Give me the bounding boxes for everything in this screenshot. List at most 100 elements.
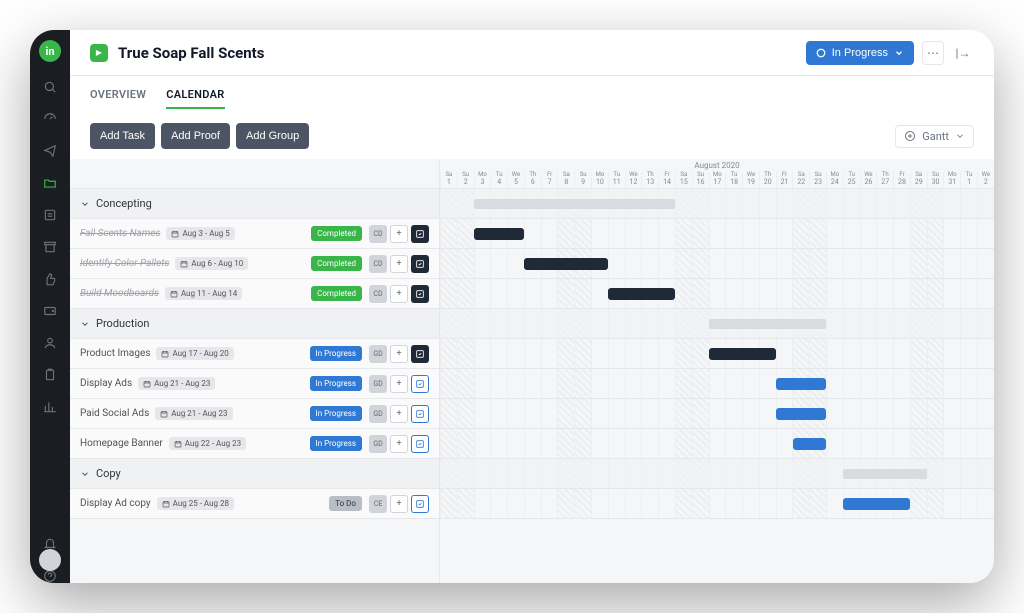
timeline-day: Su2: [457, 172, 474, 188]
assignee-avatar[interactable]: GD: [369, 435, 387, 453]
task-action-icon[interactable]: [411, 375, 429, 393]
assignee-avatar[interactable]: CD: [369, 285, 387, 303]
broadcast-icon[interactable]: [43, 144, 57, 158]
task-action-icon[interactable]: [411, 435, 429, 453]
task-action-icon[interactable]: [411, 345, 429, 363]
group-span-bar: [709, 319, 827, 329]
timeline-day: Mo17: [709, 172, 726, 188]
chart-icon[interactable]: [43, 400, 57, 414]
task-row[interactable]: Identify Color Pallets Aug 6 - Aug 10 Co…: [70, 249, 439, 279]
timeline-panel: August 2020 Sa1Su2Mo3Tu4We5Th6Fr7Sa8Su9M…: [440, 159, 994, 583]
help-icon[interactable]: [43, 569, 57, 583]
more-button[interactable]: ⋯: [922, 41, 944, 65]
add-proof-button[interactable]: Add Proof: [161, 123, 230, 149]
task-date-pill[interactable]: Aug 3 - Aug 5: [166, 227, 234, 240]
task-date-pill[interactable]: Aug 22 - Aug 23: [169, 437, 246, 450]
task-date-pill[interactable]: Aug 21 - Aug 23: [138, 377, 215, 390]
wallet-icon[interactable]: [43, 304, 57, 318]
task-status-chip[interactable]: In Progress: [310, 406, 362, 421]
add-assignee-icon[interactable]: +: [390, 345, 408, 363]
timeline-day: We2: [977, 172, 994, 188]
folder-icon[interactable]: [43, 176, 57, 190]
task-date-pill[interactable]: Aug 25 - Aug 28: [157, 497, 234, 510]
clipboard-icon[interactable]: [43, 368, 57, 382]
task-status-chip[interactable]: To Do: [329, 496, 362, 511]
add-assignee-icon[interactable]: +: [390, 495, 408, 513]
task-action-icon[interactable]: [411, 255, 429, 273]
expand-button[interactable]: |→: [952, 41, 974, 65]
assignee-avatar[interactable]: CD: [369, 255, 387, 273]
task-status-chip[interactable]: Completed: [311, 226, 362, 241]
user-avatar[interactable]: [39, 549, 61, 571]
group-name: Concepting: [96, 197, 152, 210]
task-status-chip[interactable]: Completed: [311, 286, 362, 301]
task-status-chip[interactable]: In Progress: [310, 436, 362, 451]
tab-calendar[interactable]: CALENDAR: [166, 88, 224, 109]
task-list-panel: Concepting Fall Scents Names Aug 3 - Aug…: [70, 159, 440, 583]
task-bar[interactable]: [608, 288, 675, 300]
task-row[interactable]: Display Ad copy Aug 25 - Aug 28 To Do CE…: [70, 489, 439, 519]
task-action-icon[interactable]: [411, 405, 429, 423]
task-bar[interactable]: [474, 228, 524, 240]
add-assignee-icon[interactable]: +: [390, 255, 408, 273]
task-action-icon[interactable]: [411, 225, 429, 243]
gantt-view: Concepting Fall Scents Names Aug 3 - Aug…: [70, 159, 994, 583]
dashboard-icon[interactable]: [43, 112, 57, 126]
status-dropdown[interactable]: In Progress: [806, 41, 914, 65]
task-date-pill[interactable]: Aug 11 - Aug 14: [165, 287, 242, 300]
assignee-avatar[interactable]: CE: [369, 495, 387, 513]
task-bar[interactable]: [776, 378, 826, 390]
timeline-group-row: [440, 189, 994, 219]
assignee-avatar[interactable]: GD: [369, 345, 387, 363]
assignee-avatar[interactable]: GD: [369, 405, 387, 423]
task-row[interactable]: Build Moodboards Aug 11 - Aug 14 Complet…: [70, 279, 439, 309]
task-status-chip[interactable]: Completed: [311, 256, 362, 271]
add-task-button[interactable]: Add Task: [90, 123, 155, 149]
task-row[interactable]: Fall Scents Names Aug 3 - Aug 5 Complete…: [70, 219, 439, 249]
add-assignee-icon[interactable]: +: [390, 405, 408, 423]
task-date-pill[interactable]: Aug 6 - Aug 10: [175, 257, 248, 270]
task-row[interactable]: Paid Social Ads Aug 21 - Aug 23 In Progr…: [70, 399, 439, 429]
task-name: Display Ads: [80, 378, 132, 389]
task-action-icon[interactable]: [411, 495, 429, 513]
assignee-avatar[interactable]: CD: [369, 225, 387, 243]
task-row[interactable]: Homepage Banner Aug 22 - Aug 23 In Progr…: [70, 429, 439, 459]
task-bar[interactable]: [709, 348, 776, 360]
task-status-chip[interactable]: In Progress: [310, 376, 362, 391]
task-bar[interactable]: [793, 438, 827, 450]
project-icon: ▶: [90, 44, 108, 62]
task-bar[interactable]: [843, 498, 910, 510]
group-row[interactable]: Concepting: [70, 189, 439, 219]
thumbs-icon[interactable]: [43, 272, 57, 286]
task-bar[interactable]: [776, 408, 826, 420]
add-assignee-icon[interactable]: +: [390, 435, 408, 453]
task-name: Homepage Banner: [80, 438, 163, 449]
add-assignee-icon[interactable]: +: [390, 285, 408, 303]
add-assignee-icon[interactable]: +: [390, 225, 408, 243]
timeline-day: We12: [625, 172, 642, 188]
task-date-pill[interactable]: Aug 21 - Aug 23: [155, 407, 232, 420]
task-status-chip[interactable]: In Progress: [310, 346, 362, 361]
task-date-pill[interactable]: Aug 17 - Aug 20: [156, 347, 233, 360]
group-row[interactable]: Production: [70, 309, 439, 339]
archive-icon[interactable]: [43, 240, 57, 254]
task-action-icon[interactable]: [411, 285, 429, 303]
timeline-day: We19: [742, 172, 759, 188]
assignee-avatar[interactable]: GD: [369, 375, 387, 393]
timeline-group-row: [440, 309, 994, 339]
add-assignee-icon[interactable]: +: [390, 375, 408, 393]
task-row[interactable]: Product Images Aug 17 - Aug 20 In Progre…: [70, 339, 439, 369]
timeline-day: Mo31: [943, 172, 960, 188]
task-bar[interactable]: [524, 258, 608, 270]
view-dropdown[interactable]: Gantt: [895, 125, 974, 148]
person-icon[interactable]: [43, 336, 57, 350]
add-group-button[interactable]: Add Group: [236, 123, 309, 149]
timeline-day: Th6: [524, 172, 541, 188]
search-icon[interactable]: [43, 80, 57, 94]
group-row[interactable]: Copy: [70, 459, 439, 489]
tab-overview[interactable]: OVERVIEW: [90, 88, 146, 109]
task-row[interactable]: Display Ads Aug 21 - Aug 23 In Progress …: [70, 369, 439, 399]
toolbar: Add Task Add Proof Add Group Gantt: [70, 109, 994, 159]
list-icon[interactable]: [43, 208, 57, 222]
brand-logo[interactable]: in: [39, 40, 61, 62]
